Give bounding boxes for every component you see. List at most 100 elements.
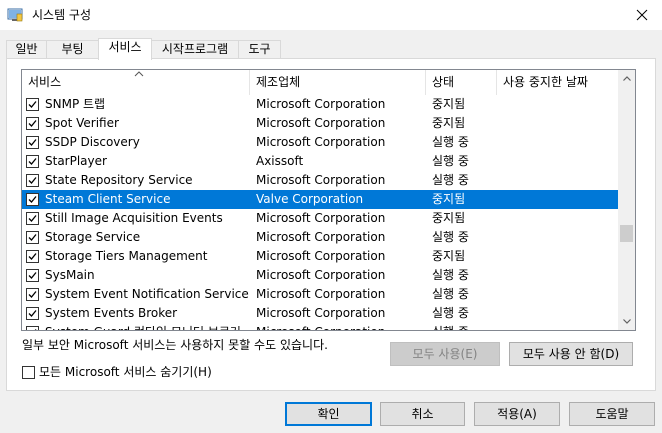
service-status: 실행 중 [432,287,469,301]
system-config-icon [7,7,23,23]
column-header-date-disabled[interactable]: 사용 중지한 날짜 [497,70,619,95]
service-status: 실행 중 [432,173,469,187]
checkmark-icon [28,234,37,241]
service-name: System Event Notification Service [45,287,249,301]
service-checkbox[interactable] [26,117,39,130]
service-checkbox[interactable] [26,250,39,263]
service-checkbox[interactable] [26,326,39,330]
service-manufacturer: Microsoft Corporation [256,268,386,282]
vertical-scrollbar[interactable] [618,70,635,330]
column-header-manufacturer[interactable]: 제조업체 [250,70,426,95]
apply-button[interactable]: 적용(A) [474,402,560,426]
service-status: 실행 중 [432,323,469,330]
table-row[interactable]: SSDP Discovery Microsoft Corporation 실행 중 [22,133,619,152]
close-button[interactable] [622,0,662,30]
tab-general[interactable]: 일반 [6,40,47,59]
service-checkbox[interactable] [26,212,39,225]
table-row[interactable]: SNMP 트랩 Microsoft Corporation 중지됨 [22,95,619,114]
service-manufacturer: Microsoft Corporation [256,306,386,320]
checkmark-icon [28,196,37,203]
hide-ms-services-checkbox[interactable] [22,366,35,379]
service-status: 중지됨 [432,211,466,225]
checkmark-icon [28,215,37,222]
service-name: StarPlayer [45,154,107,168]
services-list[interactable]: 서비스 제조업체 상태 사용 중지한 날짜 SNMP 트랩 Microsoft C… [21,69,636,331]
service-name: Steam Client Service [45,192,171,206]
service-checkbox[interactable] [26,155,39,168]
service-name: System Guard 런타임 모니터 브로커 [45,323,241,330]
service-checkbox[interactable] [26,269,39,282]
table-row[interactable]: SysMain Microsoft Corporation 실행 중 [22,266,619,285]
service-manufacturer: Valve Corporation [256,192,364,206]
column-header-status[interactable]: 상태 [426,70,497,95]
security-note: 일부 보안 Microsoft 서비스는 사용하지 못할 수도 있습니다. [22,338,328,352]
service-name: System Events Broker [45,306,178,320]
checkmark-icon [34,329,37,330]
table-row[interactable]: Storage Tiers Management Microsoft Corpor… [22,247,619,266]
checkmark-icon [28,120,37,127]
table-row[interactable]: Steam Client Service Valve Corporation 중지됨 [22,190,619,209]
checkmark-icon [28,272,37,279]
window-title: 시스템 구성 [32,8,92,22]
service-status: 실행 중 [432,230,469,244]
checkmark-icon [28,158,37,165]
service-manufacturer: Microsoft Corporation [256,116,386,130]
service-manufacturer: Microsoft Corporation [256,323,385,330]
table-row[interactable]: Storage Service Microsoft Corporation 실행 중 [22,228,619,247]
service-name: Spot Verifier [45,116,119,130]
cancel-button[interactable]: 취소 [380,402,465,426]
checkmark-icon [28,101,37,108]
checkmark-icon [28,253,37,260]
tab-tools[interactable]: 도구 [238,40,281,59]
service-checkbox[interactable] [26,136,39,149]
help-button[interactable]: 도움말 [569,402,655,426]
service-name: Still Image Acquisition Events [45,211,223,225]
tab-boot[interactable]: 부팅 [46,40,99,59]
service-status: 중지됨 [432,192,466,206]
tab-strip: 일반 부팅 서비스 시작프로그램 도구 [6,38,656,60]
service-name: SNMP 트랩 [45,97,106,111]
checkmark-icon [28,177,37,184]
service-name: SSDP Discovery [45,135,140,149]
enable-all-button[interactable]: 모두 사용(E) [390,342,500,366]
ok-button[interactable]: 확인 [285,402,372,426]
scroll-thumb[interactable] [620,225,633,242]
service-status: 실행 중 [432,154,469,168]
title-bar: 시스템 구성 [0,0,662,30]
table-row[interactable]: System Guard 런타임 모니터 브로커 Microsoft Corpor… [22,323,619,330]
service-manufacturer: Microsoft Corporation [256,249,386,263]
service-status: 중지됨 [432,249,466,263]
service-status: 중지됨 [432,116,466,130]
list-header: 서비스 제조업체 상태 사용 중지한 날짜 [22,70,619,95]
service-manufacturer: Microsoft Corporation [256,230,386,244]
service-manufacturer: Microsoft Corporation [256,173,386,187]
service-manufacturer: Microsoft Corporation [256,287,386,301]
scroll-down-button[interactable] [618,313,635,330]
service-checkbox[interactable] [26,98,39,111]
column-header-service[interactable]: 서비스 [22,70,250,95]
table-row[interactable]: System Events Broker Microsoft Corporatio… [22,304,619,323]
list-body: SNMP 트랩 Microsoft Corporation 중지됨 Spot Veri… [22,95,619,330]
table-row[interactable]: System Event Notification Service Microso… [22,285,619,304]
service-status: 실행 중 [432,306,469,320]
table-row[interactable]: Spot Verifier Microsoft Corporation 중지됨 [22,114,619,133]
service-checkbox[interactable] [26,174,39,187]
service-name: SysMain [45,268,95,282]
disable-all-button[interactable]: 모두 사용 안 함(D) [509,342,633,366]
service-checkbox[interactable] [26,288,39,301]
service-checkbox[interactable] [26,307,39,320]
service-manufacturer: Microsoft Corporation [256,97,386,111]
checkmark-icon [28,139,37,146]
service-status: 실행 중 [432,135,469,149]
service-manufacturer: Microsoft Corporation [256,211,386,225]
service-name: Storage Tiers Management [45,249,208,263]
scroll-up-button[interactable] [618,70,635,87]
service-checkbox[interactable] [26,231,39,244]
tab-services[interactable]: 서비스 [98,38,152,60]
service-checkbox[interactable] [26,193,39,206]
tab-startup[interactable]: 시작프로그램 [151,40,239,59]
table-row[interactable]: State Repository Service Microsoft Corpor… [22,171,619,190]
table-row[interactable]: StarPlayer Axissoft 실행 중 [22,152,619,171]
chevron-down-icon [622,319,631,324]
table-row[interactable]: Still Image Acquisition Events Microsoft … [22,209,619,228]
